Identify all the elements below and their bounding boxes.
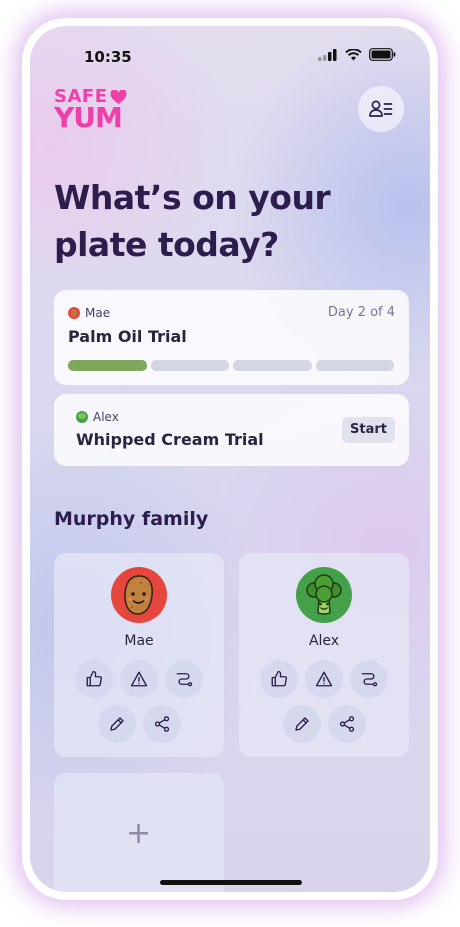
route-icon xyxy=(176,673,193,687)
share-member-button[interactable] xyxy=(143,705,181,743)
trial-day-label: Day 2 of 4 xyxy=(327,305,395,320)
progress-segment xyxy=(315,360,394,371)
wifi-icon xyxy=(345,48,362,60)
like-button[interactable] xyxy=(75,660,113,698)
share-icon xyxy=(339,716,355,732)
progress-segment xyxy=(233,360,312,371)
safeyum-logo: SAFE YUM xyxy=(54,88,127,132)
app-screen: 10:35 SAFE YUM What’s on your plate toda… xyxy=(30,26,430,892)
allergy-warning-button[interactable] xyxy=(120,660,158,698)
route-icon xyxy=(361,673,378,687)
broccoli-icon xyxy=(306,574,342,615)
page-title: What’s on your plate today? xyxy=(54,178,331,264)
trial-path-button[interactable] xyxy=(165,660,203,698)
potato-icon xyxy=(124,575,153,615)
profile-list-icon xyxy=(369,100,393,117)
trial-person: Mae xyxy=(68,306,110,320)
logo-line2: YUM xyxy=(54,101,123,134)
progress-segment xyxy=(150,360,229,371)
battery-icon xyxy=(369,48,396,61)
edit-member-button[interactable] xyxy=(283,705,321,743)
pencil-icon xyxy=(295,717,309,731)
profile-menu-button[interactable] xyxy=(358,86,404,132)
trial-person-name: Mae xyxy=(85,306,111,320)
trial-path-button[interactable] xyxy=(350,660,388,698)
broccoli-avatar xyxy=(296,567,352,623)
family-section-title: Murphy family xyxy=(54,508,209,530)
share-icon xyxy=(154,716,170,732)
home-indicator[interactable] xyxy=(160,880,302,885)
warning-icon xyxy=(130,671,148,687)
trial-title: Whipped Cream Trial xyxy=(76,430,264,449)
member-name: Alex xyxy=(308,633,340,649)
broccoli-avatar-icon xyxy=(76,411,88,423)
share-member-button[interactable] xyxy=(328,705,366,743)
thumbs-up-icon xyxy=(86,670,103,687)
allergy-warning-button[interactable] xyxy=(305,660,343,698)
trial-card-palm-oil[interactable]: Mae Day 2 of 4 Palm Oil Trial xyxy=(54,290,409,385)
status-time: 10:35 xyxy=(84,48,132,66)
potato-avatar-icon xyxy=(68,307,80,319)
like-button[interactable] xyxy=(260,660,298,698)
pencil-icon xyxy=(110,717,124,731)
thumbs-up-icon xyxy=(271,670,288,687)
trial-person-name: Alex xyxy=(93,410,119,424)
trial-progress-bar xyxy=(68,360,394,371)
member-name: Mae xyxy=(124,633,154,649)
warning-icon xyxy=(315,671,333,687)
edit-member-button[interactable] xyxy=(98,705,136,743)
status-icons xyxy=(318,48,396,61)
progress-segment-complete xyxy=(68,360,147,371)
start-trial-button[interactable]: Start xyxy=(342,417,395,443)
potato-avatar xyxy=(111,567,167,623)
trial-card-whipped-cream[interactable]: Alex Whipped Cream Trial Start xyxy=(54,394,409,466)
trial-person: Alex xyxy=(76,410,119,424)
member-card-mae[interactable]: Mae xyxy=(54,553,224,757)
add-member-card[interactable]: + xyxy=(54,773,224,892)
phone-frame: 10:35 SAFE YUM What’s on your plate toda… xyxy=(24,20,436,898)
trial-title: Palm Oil Trial xyxy=(68,327,187,346)
signal-icon xyxy=(318,48,337,61)
add-icon: + xyxy=(126,816,152,851)
member-card-alex[interactable]: Alex xyxy=(239,553,409,757)
